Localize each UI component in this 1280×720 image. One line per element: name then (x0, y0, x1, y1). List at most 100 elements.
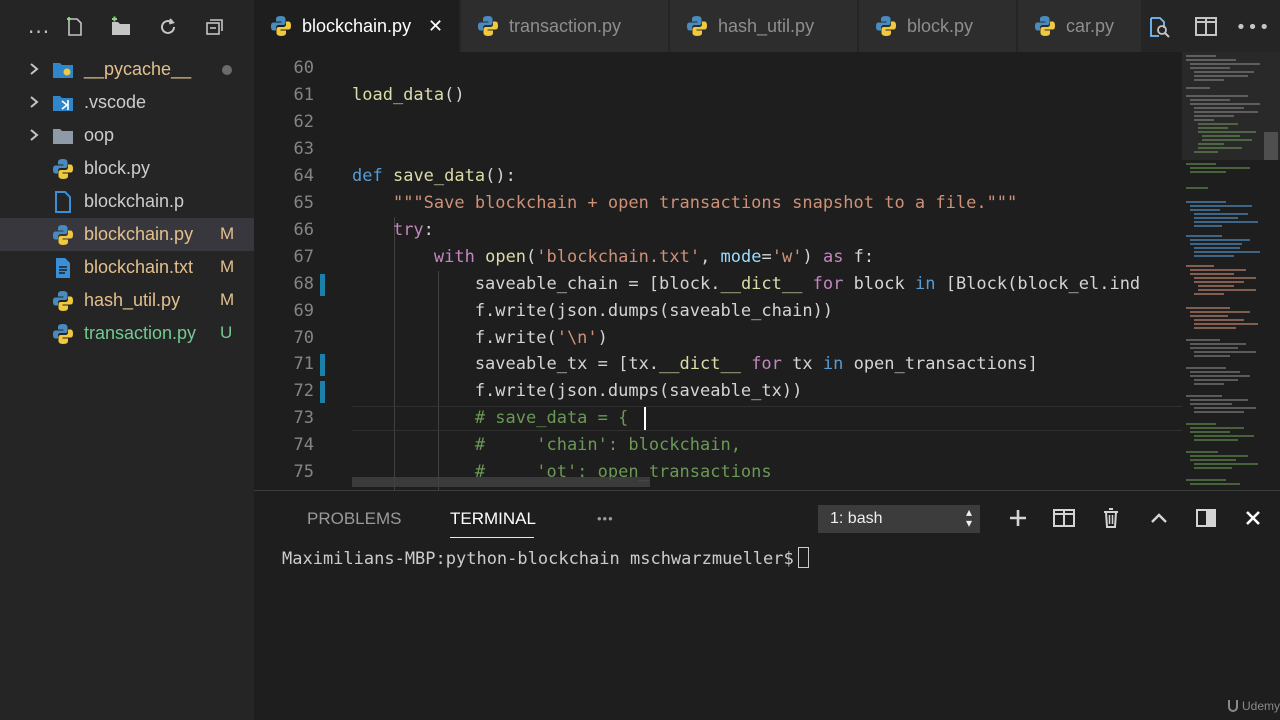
more-actions-icon[interactable]: ••• (1236, 14, 1270, 40)
tab-terminal[interactable]: TERMINAL (450, 509, 536, 529)
code-line[interactable]: 65 """Save blockchain + open transaction… (254, 190, 1184, 217)
code-token: # 'chain': blockchain, (474, 435, 741, 456)
python-file-icon (52, 224, 74, 246)
code-token: = (761, 246, 772, 267)
open-changes-icon[interactable] (1146, 14, 1172, 40)
code-line[interactable]: 62 (254, 109, 1184, 136)
tree-item-block-py[interactable]: block.py (0, 152, 254, 185)
modified-dot-icon (222, 65, 232, 75)
file-tree: __pycache__ .vscode oop block.py blockchain.… (0, 53, 254, 350)
code-token: ( (526, 246, 537, 267)
tab-transaction-py[interactable]: transaction.py (461, 0, 669, 52)
code-editor[interactable]: 60 61 load_data() 62 63 64 def save_data(): 65 … (254, 52, 1280, 490)
code-token: block (843, 273, 915, 294)
tab-hash-util-py[interactable]: hash_util.py (670, 0, 858, 52)
line-number: 63 (293, 138, 314, 159)
code-line[interactable]: 64 def save_data(): (254, 163, 1184, 190)
tree-item-oop[interactable]: oop (0, 119, 254, 152)
chevron-right-icon[interactable] (28, 129, 40, 141)
text-file-icon (52, 257, 74, 279)
line-number: 61 (293, 84, 314, 105)
tree-item-hash-util-py[interactable]: hash_util.py M (0, 284, 254, 317)
code-token: with (433, 246, 475, 267)
code-text: # save_data = { (352, 405, 629, 432)
chevron-up-icon[interactable] (1146, 505, 1172, 531)
chevron-right-icon[interactable] (28, 96, 40, 108)
tree-item-pycache[interactable]: __pycache__ (0, 53, 254, 86)
tree-item-label: blockchain.p (84, 191, 185, 211)
code-line[interactable]: 61 load_data() (254, 82, 1184, 109)
terminal-output[interactable]: Maximilians-MBP:python-blockchain mschwa… (282, 547, 809, 569)
python-file-icon (52, 158, 74, 180)
tab-blockchain-py[interactable]: blockchain.py ✕ (254, 0, 460, 52)
toggle-panel-icon[interactable] (1193, 505, 1219, 531)
new-terminal-icon[interactable] (1005, 505, 1031, 531)
code-token: saveable_tx = [tx. (352, 354, 660, 375)
line-number: 68 (293, 273, 314, 294)
refresh-icon[interactable] (155, 14, 181, 40)
tree-item-blockchain-py[interactable]: blockchain.py M (0, 218, 254, 251)
code-token: f.write( (352, 327, 557, 348)
code-line[interactable]: 72 f.write(json.dumps(saveable_tx)) (254, 378, 1184, 405)
vertical-scrollbar[interactable] (1264, 132, 1278, 160)
new-folder-icon[interactable] (108, 14, 134, 40)
chevron-right-icon[interactable] (28, 63, 40, 75)
tree-item-blockchain-txt[interactable]: blockchain.txt M (0, 251, 254, 284)
code-line[interactable]: 70 f.write('\n') (254, 325, 1184, 352)
tab-label: car.py (1066, 16, 1115, 36)
tree-item-vscode[interactable]: .vscode (0, 86, 254, 119)
modified-line-indicator (320, 381, 325, 404)
code-line[interactable]: 66 try: (254, 217, 1184, 244)
tab-car-py[interactable]: car.py (1018, 0, 1142, 52)
horizontal-scrollbar[interactable] (352, 477, 650, 487)
code-token: open (485, 246, 527, 267)
split-terminal-icon[interactable] (1051, 505, 1077, 531)
split-editor-icon[interactable] (1193, 14, 1219, 40)
folder-python-icon (52, 59, 74, 81)
close-panel-icon[interactable] (1240, 505, 1266, 531)
tree-item-transaction-py[interactable]: transaction.py U (0, 317, 254, 350)
code-token: 'w' (771, 246, 803, 267)
code-token: [Block(block_el.ind (935, 273, 1141, 294)
collapse-all-icon[interactable] (202, 14, 228, 40)
code-line[interactable]: 63 (254, 136, 1184, 163)
line-number: 67 (293, 246, 314, 267)
code-token: f.write(json.dumps(saveable_chain)) (352, 300, 834, 321)
code-line[interactable]: 73 # save_data = { (254, 405, 1184, 432)
new-file-icon[interactable] (62, 14, 88, 40)
python-icon (478, 16, 498, 36)
select-arrows-icon: ▴ ▾ (965, 505, 972, 530)
code-line[interactable]: 74 # 'chain': blockchain, (254, 432, 1184, 459)
more-actions-button[interactable]: ... (28, 14, 50, 38)
code-token: for (812, 273, 844, 294)
close-tab-icon[interactable]: ✕ (428, 16, 443, 37)
trash-icon[interactable] (1098, 505, 1124, 531)
minimap[interactable] (1182, 52, 1280, 490)
python-icon (1035, 16, 1055, 36)
code-text: f.write('\n') (352, 325, 608, 352)
code-line[interactable]: 69 f.write(json.dumps(saveable_chain)) (254, 298, 1184, 325)
line-number: 62 (293, 111, 314, 132)
code-text: with open('blockchain.txt', mode='w') as… (352, 244, 874, 271)
code-token: tx (781, 354, 823, 375)
python-file-icon (52, 290, 74, 312)
code-line[interactable]: 68 saveable_chain = [block.__dict__ for … (254, 271, 1184, 298)
code-line[interactable]: 67 with open('blockchain.txt', mode='w')… (254, 244, 1184, 271)
tree-item-label: transaction.py (84, 323, 197, 343)
tree-item-blockchain-p[interactable]: blockchain.p (0, 185, 254, 218)
code-line[interactable]: 60 (254, 55, 1184, 82)
tab-problems[interactable]: PROBLEMS (307, 509, 401, 529)
code-token: open_transactions] (843, 354, 1038, 375)
terminal-select[interactable]: 1: bash ▴ ▾ (818, 505, 980, 533)
tab-block-py[interactable]: block.py (859, 0, 1017, 52)
code-token: __dict__ (720, 273, 803, 294)
code-line[interactable]: 71 saveable_tx = [tx.__dict__ for tx in … (254, 351, 1184, 378)
code-text: # 'chain': blockchain, (352, 432, 741, 459)
tree-item-label: hash_util.py (84, 290, 181, 310)
panel-more-button[interactable]: ••• (597, 511, 614, 526)
